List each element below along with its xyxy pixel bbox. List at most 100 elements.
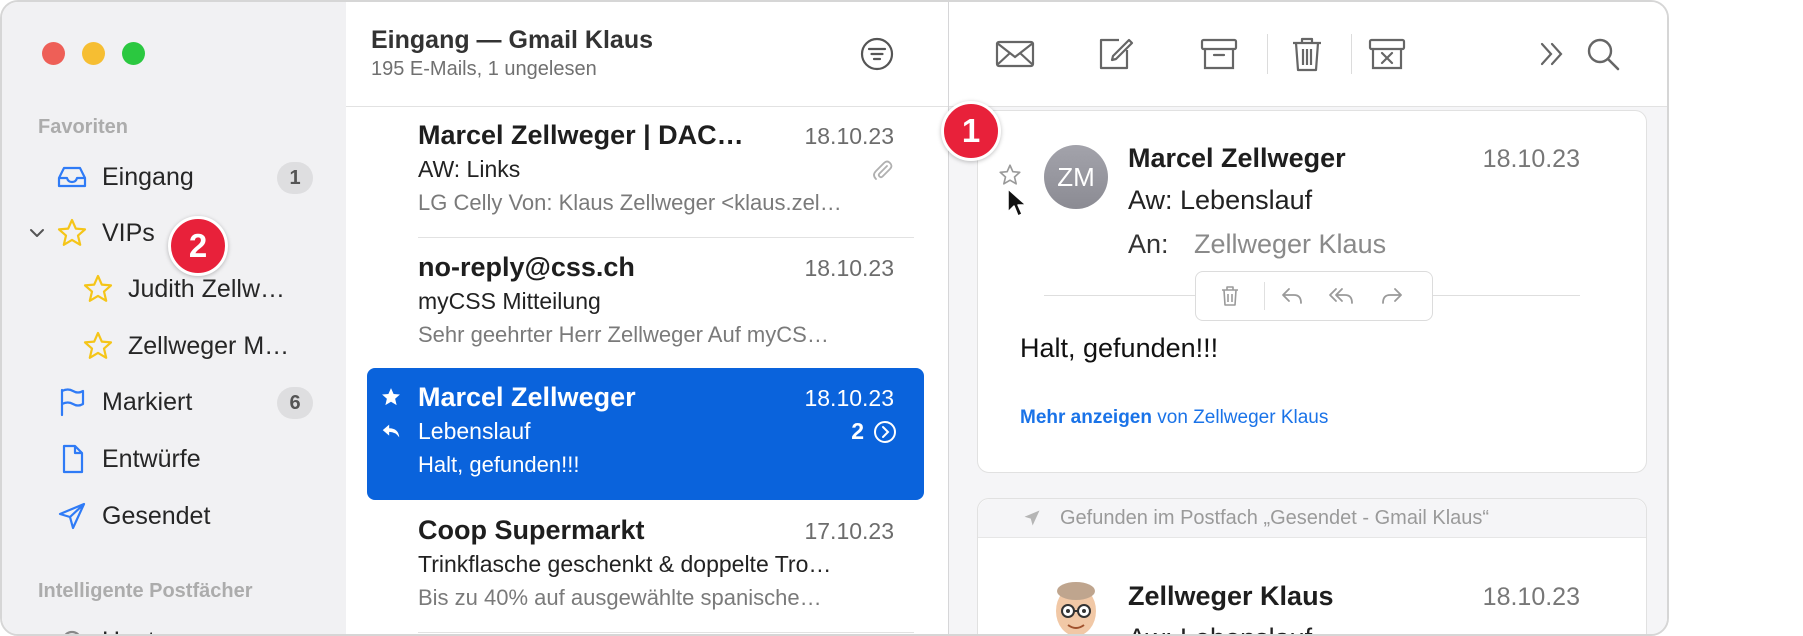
close-window-button[interactable]	[42, 42, 65, 65]
message-card-found-in-sent: Gefunden im Postfach „Gesendet - Gmail K…	[977, 498, 1647, 634]
trash-icon[interactable]	[1285, 32, 1329, 76]
unread-count-badge: 1	[277, 162, 313, 194]
sidebar-item-label: Judith Zellw…	[128, 275, 285, 303]
sidebar-item-label: Eingang	[102, 163, 194, 191]
message-subject: myCSS Mitteilung	[418, 288, 601, 314]
star-icon	[57, 218, 87, 246]
list-item-selected[interactable]: Marcel Zellweger 18.10.23 Lebenslauf 2 H…	[367, 368, 924, 500]
message-viewer: ZM Marcel Zellweger 18.10.23 Aw: Lebensl…	[941, 2, 1667, 634]
mail-window: Favoriten Eingang 1 VIPs Judith Zellw… Z…	[0, 0, 1669, 636]
divider	[1267, 34, 1268, 74]
chevron-down-icon[interactable]	[29, 225, 45, 241]
compose-icon[interactable]	[1093, 32, 1137, 76]
recipient[interactable]: Zellweger Klaus	[1194, 229, 1386, 260]
star-icon	[83, 331, 113, 359]
paperplane-icon	[1024, 510, 1040, 526]
sidebar-item-label: Zellweger M…	[128, 332, 290, 360]
star-icon	[83, 274, 113, 302]
sidebar-item-label: Gesendet	[102, 502, 211, 530]
sidebar-item-label: VIPs	[102, 219, 155, 247]
forward-icon[interactable]	[1379, 284, 1405, 308]
divider	[1264, 282, 1265, 310]
flagged-count-badge: 6	[277, 387, 313, 419]
message-sender: Marcel Zellweger	[1128, 143, 1346, 173]
recipient-label: An:	[1128, 229, 1169, 259]
sidebar-item-flagged[interactable]: Markiert 6	[2, 378, 346, 424]
message-preview: Bis zu 40% auf ausgewählte spanische…	[418, 585, 822, 610]
message-sender: Marcel Zellweger	[418, 382, 636, 412]
message-subject: AW: Links	[418, 156, 521, 182]
more-chevrons-icon[interactable]	[1530, 32, 1574, 76]
message-date: 17.10.23	[804, 518, 894, 544]
hover-actions-bar	[1195, 271, 1433, 321]
avatar: ZM	[1044, 145, 1108, 209]
callout-badge-1: 1	[941, 101, 1001, 161]
message-list: Eingang — Gmail Klaus 195 E-Mails, 1 ung…	[346, 2, 949, 634]
message-sender: Marcel Zellweger | DAC…	[418, 120, 744, 150]
trash-icon[interactable]	[1218, 284, 1242, 308]
callout-badge-2: 2	[168, 216, 228, 276]
sidebar-item-label: Markiert	[102, 388, 193, 416]
thread-count: 2	[851, 418, 864, 444]
cursor-icon	[1007, 188, 1027, 217]
replied-icon	[382, 424, 400, 438]
message-date: 18.10.23	[1482, 583, 1580, 611]
show-more-line: Mehr anzeigen von Zellweger Klaus	[1020, 407, 1328, 429]
minimize-window-button[interactable]	[82, 42, 105, 65]
sidebar-item-drafts[interactable]: Entwürfe	[2, 435, 346, 481]
toolbar	[949, 2, 1667, 107]
sidebar: Favoriten Eingang 1 VIPs Judith Zellw… Z…	[2, 2, 347, 634]
document-icon	[62, 444, 84, 474]
list-item[interactable]: no-reply@css.ch 18.10.23 myCSS Mitteilun…	[367, 238, 924, 370]
star-outline-icon[interactable]	[998, 163, 1022, 187]
mailbox-title: Eingang — Gmail Klaus	[371, 26, 653, 54]
divider	[418, 632, 914, 633]
gear-icon	[64, 630, 80, 634]
mailbox-subtitle: 195 E-Mails, 1 ungelesen	[371, 58, 597, 80]
message-date: 18.10.23	[804, 255, 894, 281]
message-subject: Aw: Lebenslauf	[1128, 623, 1312, 634]
reply-all-icon[interactable]	[1326, 284, 1356, 308]
divider	[1351, 34, 1352, 74]
message-subject: Trinkflasche geschenkt & doppelte Tro…	[418, 551, 832, 577]
search-icon[interactable]	[1581, 32, 1625, 76]
section-smart-mailboxes: Intelligente Postfächer	[38, 580, 253, 602]
sidebar-item-label: Heute	[102, 627, 169, 634]
mail-icon[interactable]	[993, 32, 1037, 76]
message-subject: Aw: Lebenslauf	[1128, 185, 1313, 215]
message-subject: Lebenslauf	[418, 418, 531, 444]
section-favorites: Favoriten	[38, 116, 129, 138]
list-item[interactable]: Marcel Zellweger | DAC… 18.10.23 AW: Lin…	[367, 106, 924, 238]
zoom-window-button[interactable]	[122, 42, 145, 65]
archive-icon[interactable]	[1197, 32, 1241, 76]
message-date: 18.10.23	[1482, 145, 1580, 173]
junk-icon[interactable]	[1365, 32, 1409, 76]
message-sender: Coop Supermarkt	[418, 515, 645, 545]
filter-icon[interactable]	[858, 35, 896, 73]
message-date: 18.10.23	[804, 123, 894, 149]
list-item[interactable]: Coop Supermarkt 17.10.23 Trinkflasche ge…	[367, 501, 924, 633]
message-preview: Halt, gefunden!!!	[418, 452, 580, 477]
flag-icon	[60, 388, 85, 417]
sidebar-item-today[interactable]: Heute	[2, 617, 346, 634]
found-note: Gefunden im Postfach „Gesendet - Gmail K…	[1060, 507, 1490, 529]
sidebar-item-label: Entwürfe	[102, 445, 201, 473]
message-body: Halt, gefunden!!!	[1020, 333, 1219, 363]
reply-icon[interactable]	[1279, 284, 1305, 308]
message-sender: no-reply@css.ch	[418, 252, 635, 282]
message-preview: LG Celly Von: Klaus Zellweger <klaus.zel…	[418, 190, 842, 215]
paperclip-icon	[873, 160, 893, 180]
sidebar-item-vip-zellweger[interactable]: Zellweger M…	[2, 322, 346, 368]
chevron-right-circle-icon[interactable]	[873, 420, 897, 444]
memoji-avatar-icon	[1056, 582, 1096, 634]
show-more-link[interactable]: Mehr anzeigen	[1020, 407, 1152, 428]
sidebar-item-inbox[interactable]: Eingang 1	[2, 153, 346, 199]
sidebar-item-sent[interactable]: Gesendet	[2, 492, 346, 538]
sidebar-item-vip-judith[interactable]: Judith Zellw…	[2, 265, 346, 311]
tray-icon	[57, 166, 87, 188]
message-preview: Sehr geehrter Herr Zellweger Auf myCS…	[418, 322, 829, 347]
show-more-source: von Zellweger Klaus	[1151, 407, 1329, 428]
message-date: 18.10.23	[804, 385, 894, 411]
star-icon	[382, 388, 400, 406]
message-sender: Zellweger Klaus	[1128, 581, 1334, 611]
